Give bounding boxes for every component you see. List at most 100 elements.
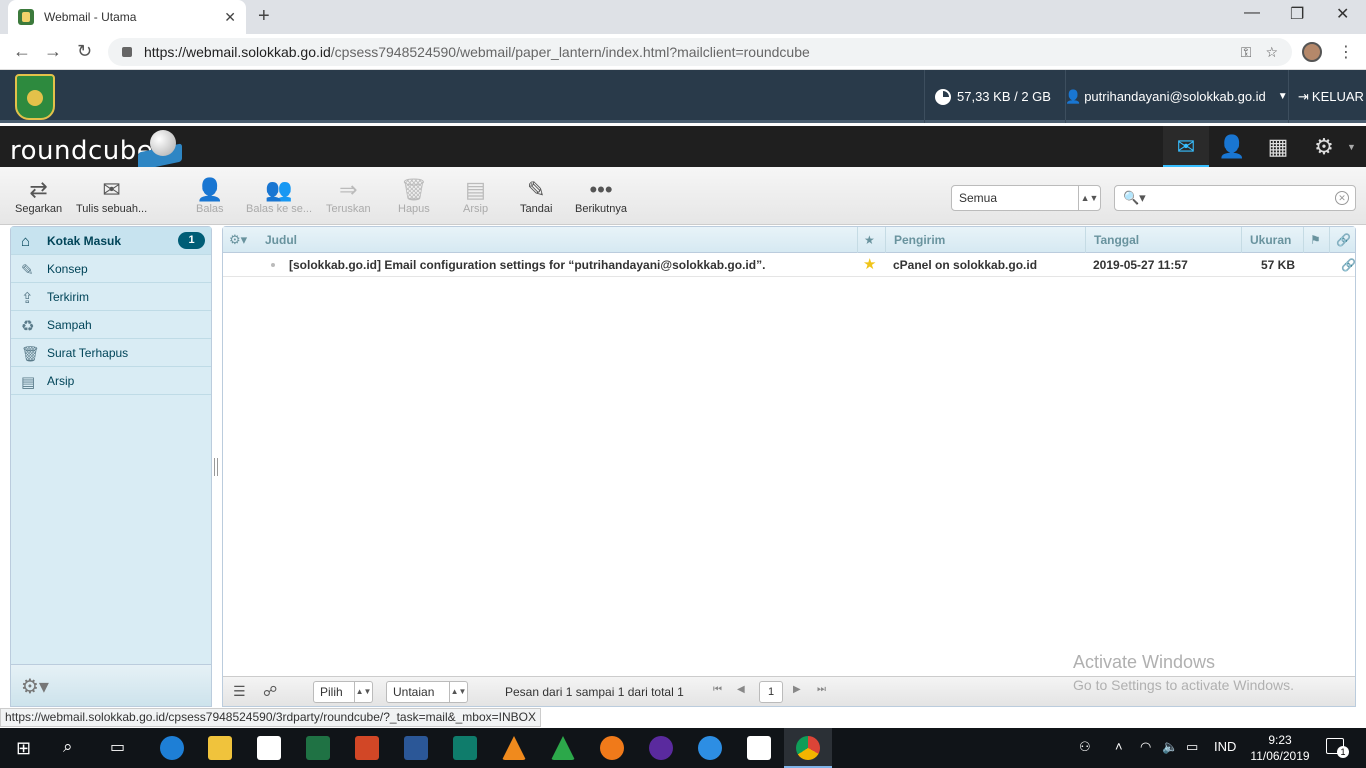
- profile-avatar[interactable]: [1302, 42, 1322, 62]
- column-attachment-icon[interactable]: 🔗: [1329, 227, 1355, 253]
- store-icon[interactable]: [257, 736, 281, 760]
- message-date: 2019-05-27 11:57: [1093, 258, 1188, 272]
- list-options-gear-icon[interactable]: ⚙▾: [229, 232, 247, 248]
- battery-icon[interactable]: ▭: [1186, 739, 1198, 755]
- more-button[interactable]: ••• Berikutnya: [575, 177, 627, 215]
- roundcube-logo[interactable]: roundcube: [10, 136, 153, 166]
- tray-chevron-up-icon[interactable]: ˄: [1115, 739, 1123, 754]
- url-input[interactable]: https://webmail.solokkab.go.id/cpsess794…: [108, 38, 1292, 66]
- select-arrows-icon: ▲▼: [1078, 186, 1100, 210]
- bookmark-star-icon[interactable]: ☆: [1265, 44, 1278, 61]
- reply-button[interactable]: 👤 Balas: [196, 177, 224, 215]
- tab-close-icon[interactable]: ✕: [224, 9, 236, 26]
- task-view-icon[interactable]: ▭: [110, 737, 125, 757]
- junk-icon: ♻: [21, 318, 35, 335]
- search-icon[interactable]: 🔍▾: [1123, 190, 1146, 206]
- reload-icon[interactable]: ↻: [77, 41, 92, 62]
- solok-logo-icon[interactable]: [15, 74, 55, 120]
- column-flag-icon[interactable]: ⚑: [1303, 227, 1329, 253]
- column-flag-star-icon[interactable]: ★: [857, 227, 885, 253]
- uc-browser-icon[interactable]: [600, 736, 624, 760]
- window-close-icon[interactable]: ✕: [1336, 4, 1349, 24]
- refresh-button[interactable]: ⇄ Segarkan: [15, 177, 62, 215]
- list-view-icon[interactable]: ☰: [233, 683, 246, 700]
- windows-start-icon[interactable]: ⊞: [16, 738, 31, 759]
- internet-explorer-icon[interactable]: [698, 736, 722, 760]
- key-icon[interactable]: ⚿: [1241, 44, 1252, 61]
- folder-inbox[interactable]: ⌂ Kotak Masuk 1: [11, 227, 211, 255]
- language-indicator[interactable]: IND: [1214, 739, 1236, 754]
- file-explorer-icon[interactable]: [208, 736, 232, 760]
- chrome-icon[interactable]: [796, 736, 820, 760]
- compose-button[interactable]: ✉ Tulis sebuah...: [76, 177, 147, 215]
- select-menu[interactable]: Pilih ▲▼: [313, 681, 373, 703]
- clear-search-icon[interactable]: ✕: [1335, 191, 1349, 205]
- minimize-icon[interactable]: —: [1244, 4, 1260, 22]
- publisher-icon[interactable]: [453, 736, 477, 760]
- select-arrows-icon: ▲▼: [354, 682, 372, 702]
- page-number-input[interactable]: 1: [759, 681, 783, 703]
- search-icon[interactable]: ⌕: [63, 737, 73, 757]
- message-list-header: ⚙▾ Judul ★ Pengirim Tanggal Ukuran ⚑ 🔗: [223, 227, 1355, 253]
- restore-icon[interactable]: ❐: [1290, 4, 1304, 24]
- mark-button[interactable]: ✎ Tandai: [520, 177, 552, 215]
- folder-list: ⌂ Kotak Masuk 1 ✎ Konsep ⇪ Terkirim ♻ Sa…: [10, 226, 212, 707]
- word-icon[interactable]: [404, 736, 428, 760]
- new-tab-icon[interactable]: +: [258, 5, 270, 28]
- forward-button[interactable]: ⇒ Teruskan: [326, 177, 371, 215]
- cpanel-header: 57,33 KB / 2 GB 👤 putrihandayani@solokka…: [0, 70, 1366, 123]
- flagged-star-icon[interactable]: ★: [857, 253, 885, 277]
- column-size[interactable]: Ukuran: [1241, 227, 1303, 253]
- mail-app-icon[interactable]: [747, 736, 771, 760]
- notification-center-icon[interactable]: 1: [1326, 738, 1349, 758]
- browser-tab[interactable]: Webmail - Utama ✕: [8, 0, 246, 34]
- user-menu[interactable]: 👤 putrihandayani@solokkab.go.id ▼: [1055, 70, 1289, 123]
- forward-icon[interactable]: →: [44, 41, 62, 62]
- filter-select[interactable]: Semua ▲▼: [951, 185, 1101, 211]
- column-subject[interactable]: Judul: [257, 227, 857, 253]
- vlc-icon[interactable]: [502, 736, 526, 760]
- contacts-icon[interactable]: 👤: [1209, 126, 1255, 167]
- reply-all-button[interactable]: 👥 Balas ke se...: [246, 177, 312, 215]
- folder-drafts[interactable]: ✎ Konsep: [11, 255, 211, 283]
- address-bar: ← → ↻ https://webmail.solokkab.go.id/cps…: [0, 34, 1366, 70]
- system-clock[interactable]: 9:23 11/06/2019: [1248, 732, 1312, 764]
- column-from[interactable]: Pengirim: [885, 227, 1085, 253]
- next-page-icon[interactable]: ▶: [793, 684, 801, 695]
- previous-page-icon[interactable]: ◀: [737, 684, 745, 695]
- wifi-icon[interactable]: ◠: [1140, 739, 1151, 755]
- folder-trash[interactable]: 🗑 Surat Terhapus: [11, 339, 211, 367]
- people-icon[interactable]: ⚇: [1079, 739, 1091, 755]
- app-switcher: ✉ 👤 ▦ ⚙ ▼: [1163, 126, 1361, 167]
- lock-icon: [122, 47, 132, 57]
- delete-button[interactable]: 🗑 Hapus: [398, 177, 430, 215]
- mail-icon[interactable]: ✉: [1163, 126, 1209, 167]
- calendar-icon[interactable]: ▦: [1255, 126, 1301, 167]
- browser-menu-icon[interactable]: ⋮: [1338, 42, 1354, 62]
- caret-down-icon[interactable]: ▼: [1347, 126, 1361, 167]
- folder-archive[interactable]: ▤ Arsip: [11, 367, 211, 395]
- last-page-icon[interactable]: ⏭: [817, 684, 826, 695]
- edge-icon[interactable]: [160, 736, 184, 760]
- folder-junk[interactable]: ♻ Sampah: [11, 311, 211, 339]
- threads-menu[interactable]: Untaian ▲▼: [386, 681, 468, 703]
- thread-view-icon[interactable]: ☍: [263, 683, 277, 700]
- folder-settings-gear-icon[interactable]: ⚙▾: [21, 674, 49, 699]
- powerpoint-icon[interactable]: [355, 736, 379, 760]
- excel-icon[interactable]: [306, 736, 330, 760]
- column-date[interactable]: Tanggal: [1085, 227, 1241, 253]
- folder-sent[interactable]: ⇪ Terkirim: [11, 283, 211, 311]
- app-purple-icon[interactable]: [649, 736, 673, 760]
- more-dots-icon: •••: [589, 177, 613, 202]
- first-page-icon[interactable]: ⏮: [713, 684, 722, 695]
- pane-splitter[interactable]: [214, 458, 218, 476]
- table-row[interactable]: [solokkab.go.id] Email configuration set…: [223, 253, 1356, 277]
- volume-muted-icon[interactable]: 🔈: [1162, 739, 1178, 755]
- back-icon[interactable]: ←: [13, 41, 31, 62]
- user-email: putrihandayani@solokkab.go.id: [1084, 89, 1266, 104]
- archive-button[interactable]: ▤ Arsip: [463, 177, 488, 215]
- app-green-icon[interactable]: [551, 736, 575, 760]
- search-input[interactable]: 🔍▾ ✕: [1114, 185, 1356, 211]
- settings-gear-icon[interactable]: ⚙: [1301, 126, 1347, 167]
- logout-button[interactable]: ⇥ KELUAR: [1298, 70, 1364, 123]
